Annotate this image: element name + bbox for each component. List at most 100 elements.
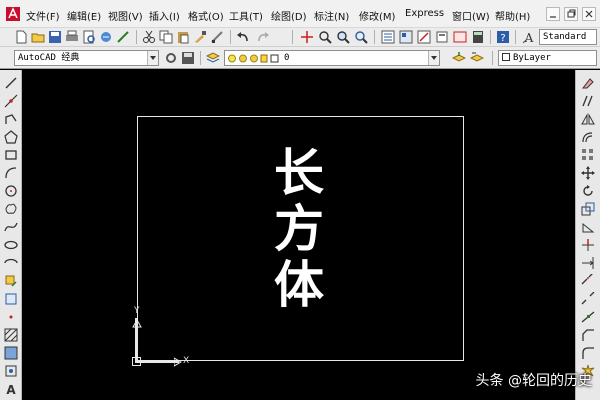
workspace-value: AutoCAD 经典: [18, 53, 80, 63]
spline-icon[interactable]: [4, 220, 18, 234]
multiline-text-icon[interactable]: A: [4, 382, 18, 396]
line-icon[interactable]: [4, 76, 18, 90]
drawing-canvas[interactable]: 长 方 体 Y X: [22, 70, 575, 400]
menu-insert[interactable]: 插入(I): [149, 8, 180, 23]
ellipse-arc-icon[interactable]: [4, 256, 18, 270]
properties-icon[interactable]: [381, 30, 395, 44]
text-style-icon[interactable]: A: [522, 30, 536, 44]
fillet-icon[interactable]: [581, 346, 595, 360]
toolbar-separator: [292, 30, 293, 44]
layer-previous-icon[interactable]: [470, 51, 484, 65]
zoom-window-icon[interactable]: [336, 30, 350, 44]
ucs-x-label: X: [183, 356, 190, 366]
drawing-text-line: 长: [274, 143, 324, 202]
extend-icon[interactable]: [581, 256, 595, 270]
sheet-set-icon[interactable]: [435, 30, 449, 44]
autocad-app-icon[interactable]: [6, 7, 20, 21]
polygon-icon[interactable]: [4, 130, 18, 144]
revision-cloud-icon[interactable]: [4, 202, 18, 216]
open-folder-icon[interactable]: [31, 30, 45, 44]
insert-block-icon[interactable]: [4, 274, 18, 288]
print-icon[interactable]: [65, 30, 79, 44]
svg-text:A: A: [6, 383, 16, 396]
make-block-icon[interactable]: [4, 292, 18, 306]
move-icon[interactable]: [581, 166, 595, 180]
stretch-icon[interactable]: [581, 220, 595, 234]
menu-bar: 文件(F) 编辑(E) 视图(V) 插入(I) 格式(O) 工具(T) 绘图(D…: [0, 0, 600, 28]
plot-icon[interactable]: [116, 30, 130, 44]
menu-tools[interactable]: 工具(T): [229, 8, 263, 23]
workspace-dropdown-arrow-icon[interactable]: [147, 51, 158, 65]
save-icon[interactable]: [48, 30, 62, 44]
toolbar-separator: [492, 51, 493, 65]
ucs-origin-box: [132, 357, 141, 366]
polyline-icon[interactable]: [4, 112, 18, 126]
copy-object-icon[interactable]: [581, 94, 595, 108]
save-workspace-icon[interactable]: [181, 51, 195, 65]
join-icon[interactable]: [581, 310, 595, 324]
new-file-icon[interactable]: [14, 30, 28, 44]
hatch-icon[interactable]: [4, 328, 18, 342]
toolbar-separator: [136, 30, 137, 44]
zoom-previous-icon[interactable]: [354, 30, 368, 44]
restore-button[interactable]: [564, 7, 578, 21]
zoom-realtime-icon[interactable]: [318, 30, 332, 44]
menu-express[interactable]: Express: [405, 8, 444, 19]
erase-icon[interactable]: [581, 76, 595, 90]
break-icon[interactable]: [581, 292, 595, 306]
construction-line-icon[interactable]: [4, 94, 18, 108]
drawing-text[interactable]: 长 方 体: [254, 145, 344, 313]
arc-icon[interactable]: [4, 166, 18, 180]
point-icon[interactable]: [4, 310, 18, 324]
cut-icon[interactable]: [142, 30, 156, 44]
make-layer-current-icon[interactable]: [452, 51, 466, 65]
text-style-select[interactable]: Standard: [539, 29, 597, 45]
menu-dimension[interactable]: 标注(N): [314, 8, 349, 23]
markup-set-icon[interactable]: [453, 30, 467, 44]
break-at-point-icon[interactable]: [581, 274, 595, 288]
menu-help[interactable]: 帮助(H): [495, 8, 530, 23]
menu-view[interactable]: 视图(V): [108, 8, 143, 23]
layer-manager-icon[interactable]: [206, 51, 220, 65]
minimize-button[interactable]: [546, 7, 560, 21]
publish-icon[interactable]: [99, 30, 113, 44]
menu-draw[interactable]: 绘图(D): [271, 8, 307, 23]
block-editor-icon[interactable]: [210, 30, 224, 44]
layer-dropdown-arrow-icon[interactable]: [428, 51, 439, 65]
calculator-icon[interactable]: [471, 30, 485, 44]
menu-window[interactable]: 窗口(W): [452, 8, 490, 23]
circle-icon[interactable]: [4, 184, 18, 198]
mirror-icon[interactable]: [581, 112, 595, 126]
paste-icon[interactable]: [176, 30, 190, 44]
tool-palettes-icon[interactable]: [417, 30, 431, 44]
color-select[interactable]: ByLayer: [498, 50, 597, 66]
redo-icon[interactable]: [256, 30, 270, 44]
array-icon[interactable]: [581, 148, 595, 162]
undo-icon[interactable]: [236, 30, 250, 44]
svg-text:A: A: [524, 31, 534, 44]
workspace-settings-icon[interactable]: [164, 51, 178, 65]
print-preview-icon[interactable]: [82, 30, 96, 44]
layer-select[interactable]: 0: [224, 50, 440, 66]
menu-file[interactable]: 文件(F): [26, 8, 60, 23]
trim-icon[interactable]: [581, 238, 595, 252]
design-center-icon[interactable]: [399, 30, 413, 44]
scale-icon[interactable]: [581, 202, 595, 216]
region-icon[interactable]: [4, 364, 18, 378]
ellipse-icon[interactable]: [4, 238, 18, 252]
close-button[interactable]: [582, 7, 596, 21]
menu-format[interactable]: 格式(O): [188, 8, 224, 23]
copy-icon[interactable]: [159, 30, 173, 44]
gradient-icon[interactable]: [4, 346, 18, 360]
workspace-select[interactable]: AutoCAD 经典: [14, 50, 159, 66]
offset-icon[interactable]: [581, 130, 595, 144]
menu-edit[interactable]: 编辑(E): [67, 8, 101, 23]
text-style-value: Standard: [543, 32, 587, 42]
help-icon[interactable]: ?: [496, 30, 510, 44]
rotate-icon[interactable]: [581, 184, 595, 198]
match-properties-icon[interactable]: [193, 30, 207, 44]
menu-modify[interactable]: 修改(M): [359, 8, 395, 23]
rectangle-icon[interactable]: [4, 148, 18, 162]
pan-icon[interactable]: [300, 30, 314, 44]
chamfer-icon[interactable]: [581, 328, 595, 342]
